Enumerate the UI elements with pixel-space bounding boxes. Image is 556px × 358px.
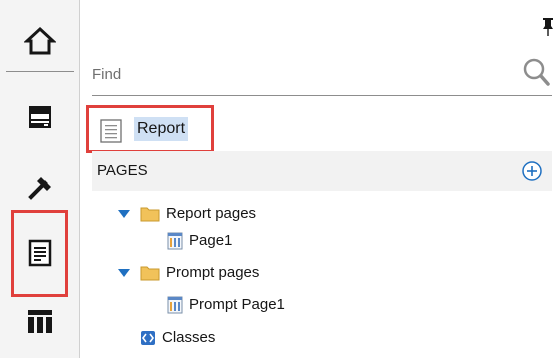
tree-item-label: Prompt pages: [166, 264, 260, 281]
caret-down-icon[interactable]: [118, 268, 132, 278]
search-icon[interactable]: [522, 56, 552, 95]
folder-icon: [140, 206, 160, 222]
tree-item-label: Prompt Page1: [189, 296, 285, 313]
search-input[interactable]: [92, 60, 512, 88]
tree-item-prompt-pages[interactable]: Prompt pages: [118, 260, 259, 286]
home-icon: [24, 25, 56, 57]
tree-item-prompt-page1[interactable]: Prompt Page1: [167, 292, 285, 318]
templates-icon: [26, 307, 54, 335]
page-icon: [167, 296, 183, 314]
report-label: Report: [134, 117, 189, 141]
pages-section-label: PAGES: [97, 162, 148, 179]
find-field: [92, 50, 552, 96]
caret-down-icon[interactable]: [118, 209, 132, 219]
tree-item-label: Page1: [189, 232, 233, 249]
tree-item-label: Report pages: [166, 205, 257, 222]
pages-button[interactable]: [0, 210, 80, 297]
document-icon: [100, 119, 122, 148]
tree-item-classes[interactable]: Classes: [140, 325, 215, 351]
templates-button[interactable]: [0, 290, 80, 352]
folder-icon: [140, 265, 160, 281]
data-icon: [27, 104, 53, 130]
tree-item-label: Classes: [162, 329, 216, 346]
classes-icon: [140, 330, 156, 346]
pages-section-header: PAGES: [92, 151, 552, 191]
home-button[interactable]: [0, 10, 80, 72]
pin-icon[interactable]: [542, 18, 554, 41]
add-icon[interactable]: [522, 161, 542, 181]
toolbox-button[interactable]: [0, 155, 80, 217]
toolbox-icon: [25, 171, 55, 201]
tree-item-report-pages[interactable]: Report pages: [118, 201, 256, 227]
tree-item-page1[interactable]: Page1: [167, 228, 232, 254]
report-item[interactable]: Report: [86, 105, 214, 153]
page-icon: [167, 232, 183, 250]
data-button[interactable]: [0, 86, 80, 148]
pages-button-highlight: [11, 210, 68, 297]
left-rail: [0, 0, 80, 358]
